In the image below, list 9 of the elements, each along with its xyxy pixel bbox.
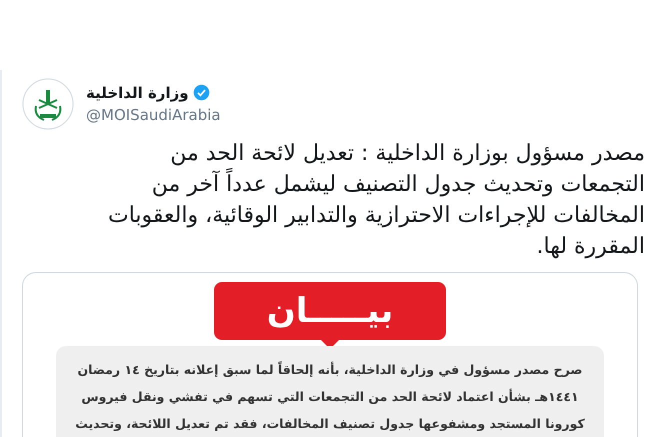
image-card[interactable] [22, 272, 638, 437]
statement-line: ١٤٤١هـ بشأن اعتماد لائحة الحد من التجمعات التي تسهم في تفشي ونقل فيروس [81, 388, 579, 406]
statement-line: صرح مصدر مسؤول في وزارة الداخلية، بأنه إلحاقاً لما سبق إعلانه بتاريخ ١٤ رمضان [77, 360, 582, 379]
statement-line: كورونا المستجد ومشفوعها جدول تصنيف المخالفات، فقد تم تعديل اللائحة، وتحديث [75, 415, 585, 433]
statement-banner: بيـــــان [214, 282, 446, 340]
tweet-text: مصدر مسؤول بوزارة الداخلية : تعديل لائحة الحد من التجمعات وتحديث جدول التصنيف ليشمل عدداً آخر من المخالفات للإجراءات الاحترازية والتدابير الوقائية، والعقوبات المقررة لها. [107, 140, 645, 261]
author-handle[interactable]: @MOISaudiArabia [86, 104, 221, 126]
emblem-avatar-icon[interactable] [22, 78, 74, 130]
author-name[interactable]: وزارة الداخلية [86, 82, 189, 104]
